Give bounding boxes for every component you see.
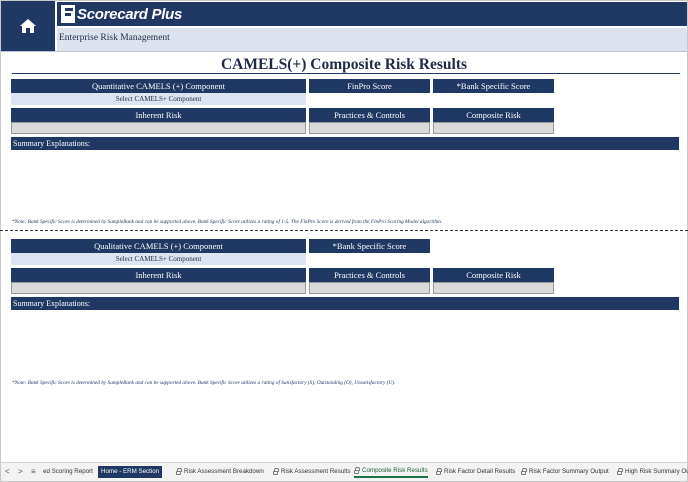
summary-explanations-header: Summary Explanations: [11,297,679,310]
tab-high-risk-summary-output[interactable]: High Risk Summary Ou [617,466,688,478]
tab-composite-risk-results[interactable]: Composite Risk Results [354,466,428,478]
qualitative-component-select[interactable]: Select CAMELS+ Component [11,253,306,265]
bank-specific-score-header: *Bank Specific Score [309,239,430,253]
tab-scoring-report[interactable]: ed Scoring Report [43,466,93,478]
practices-controls-header: Practices & Controls [309,108,430,122]
summary-explanations-area[interactable] [11,310,679,376]
header-banner: Scorecard Plus Enterprise Risk Managemen… [1,1,687,51]
tab-risk-assessment-results[interactable]: Risk Assessment Results [273,466,350,478]
inherent-risk-header: Inherent Risk [11,108,306,122]
qualitative-note: *Note: Bank Specific Score is determined… [12,380,396,386]
quantitative-component-select[interactable]: Select CAMELS+ Component [11,93,306,105]
qualitative-component-header: Qualitative CAMELS (+) Component [11,239,306,253]
sheet-list-menu-icon[interactable]: ≡ [31,467,36,476]
brand-logo: Scorecard Plus [61,4,182,24]
quantitative-note: *Note: Bank Specific Score is determined… [12,219,443,225]
tab-label: ed Scoring Report [43,468,93,475]
home-icon [20,19,36,33]
tab-risk-factor-summary-output[interactable]: Risk Factor Summary Output [521,466,609,478]
tab-risk-assessment-breakdown[interactable]: Risk Assessment Breakdown [176,466,264,478]
composite-risk-cell[interactable] [433,122,554,134]
section-divider [0,230,688,231]
tab-label: Home - ERM Section [101,468,160,475]
tab-label: Risk Assessment Breakdown [184,468,264,475]
lock-icon [521,468,527,475]
tab-label: Composite Risk Results [362,467,428,474]
page-title: CAMELS(+) Composite Risk Results [220,56,468,73]
practices-controls-header: Practices & Controls [309,268,430,282]
brand-bar: Scorecard Plus [57,2,687,26]
tab-label: Risk Factor Detail Results [444,468,516,475]
finpro-score-header: FinPro Score [309,79,430,93]
quantitative-component-header: Quantitative CAMELS (+) Component [11,79,306,93]
lock-icon [273,468,279,475]
title-underline [12,73,680,74]
prev-sheet-button[interactable]: < [5,467,10,476]
summary-explanations-header: Summary Explanations: [11,137,679,150]
lock-icon [436,468,442,475]
inherent-risk-cell[interactable] [11,282,306,294]
summary-explanations-area[interactable] [11,150,679,216]
home-button[interactable] [1,1,55,51]
tab-label: Risk Assessment Results [281,468,351,475]
composite-risk-cell[interactable] [433,282,554,294]
tab-label: High Risk Summary Ou [625,468,688,475]
brand-subtitle: Enterprise Risk Management [59,33,170,43]
subtitle-bar: Enterprise Risk Management [57,28,687,51]
composite-risk-header: Composite Risk [433,268,554,282]
practices-controls-cell[interactable] [309,122,430,134]
inherent-risk-header: Inherent Risk [11,268,306,282]
inherent-risk-cell[interactable] [11,122,306,134]
brand-name: Scorecard Plus [77,5,183,23]
next-sheet-button[interactable]: > [18,467,23,476]
tab-home-erm-section[interactable]: Home - ERM Section [98,466,163,478]
divider [1,51,687,52]
lock-icon [354,467,360,474]
lock-icon [617,468,623,475]
practices-controls-cell[interactable] [309,282,430,294]
lock-icon [176,468,182,475]
bank-specific-score-header: *Bank Specific Score [433,79,554,93]
sheet-tab-bar: < > ≡ ed Scoring Report Home - ERM Secti… [1,462,688,481]
scorecard-logo-icon [61,5,75,23]
tab-risk-factor-detail-results[interactable]: Risk Factor Detail Results [436,466,515,478]
composite-risk-header: Composite Risk [433,108,554,122]
tab-label: Risk Factor Summary Output [529,468,609,475]
